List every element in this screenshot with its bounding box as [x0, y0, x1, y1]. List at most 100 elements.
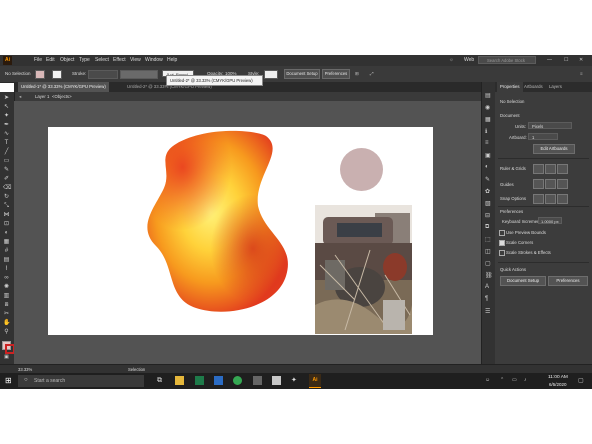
- menu-object[interactable]: Object: [60, 57, 74, 63]
- style-swatch[interactable]: [264, 70, 278, 79]
- tab-untitled-1[interactable]: Untitled-1* @ 33.33% (CMYK/GPU Preview): [18, 82, 109, 92]
- lock-guides-icon[interactable]: [545, 179, 556, 189]
- magic-wand-tool-icon[interactable]: ✦: [3, 113, 10, 120]
- illustrator-taskbar-icon[interactable]: Ai: [309, 374, 321, 388]
- circle-shape[interactable]: [340, 148, 383, 191]
- type-tool-icon[interactable]: T: [3, 140, 10, 147]
- shaper-tool-icon[interactable]: ✐: [3, 176, 10, 183]
- blend-tool-icon[interactable]: ∞: [3, 275, 10, 282]
- settings-tool-icon[interactable]: ✦: [291, 376, 300, 385]
- units-dropdown[interactable]: Pixels: [528, 122, 572, 129]
- maximize-icon[interactable]: ☐: [564, 57, 568, 63]
- menu-file[interactable]: File: [34, 57, 42, 63]
- file-explorer-icon[interactable]: [175, 376, 184, 385]
- slice-tool-icon[interactable]: ✂: [3, 311, 10, 318]
- show-guides-icon[interactable]: [533, 179, 544, 189]
- symbols-panel-icon[interactable]: ✿: [485, 188, 490, 195]
- pen-tool-icon[interactable]: ✒: [3, 122, 10, 129]
- menu-select[interactable]: Select: [95, 57, 109, 63]
- people-icon[interactable]: ☺: [485, 377, 490, 383]
- menu-window[interactable]: Window: [145, 57, 163, 63]
- gradient-panel-icon[interactable]: ▣: [485, 152, 491, 159]
- qa-document-setup-button[interactable]: Document Setup: [500, 276, 546, 286]
- truck-photo[interactable]: [315, 205, 412, 334]
- pathfinder-panel-icon[interactable]: ⧉: [485, 224, 489, 231]
- excel-icon[interactable]: [195, 376, 204, 385]
- layers-panel-icon[interactable]: ◫: [485, 248, 491, 255]
- store-icon[interactable]: [272, 376, 281, 385]
- artboard-dropdown[interactable]: 1: [528, 133, 558, 140]
- scale-strokes-checkbox[interactable]: [499, 250, 505, 256]
- artboards-panel-icon[interactable]: ▢: [485, 260, 491, 267]
- taskbar-search-input[interactable]: Start a search: [18, 375, 144, 387]
- symbol-sprayer-tool-icon[interactable]: ✺: [3, 284, 10, 291]
- workspace-switcher[interactable]: Web: [464, 57, 474, 63]
- free-transform-tool-icon[interactable]: ⊡: [3, 221, 10, 228]
- gradient-blob-shape[interactable]: [136, 126, 296, 316]
- info-panel-icon[interactable]: ℹ: [485, 128, 487, 135]
- stroke-weight-field[interactable]: [88, 70, 118, 79]
- outlook-icon[interactable]: [214, 376, 223, 385]
- paragraph-panel-icon[interactable]: ¶: [485, 296, 488, 302]
- qa-preferences-button[interactable]: Preferences: [548, 276, 588, 286]
- panel-menu-icon[interactable]: ≡: [580, 71, 583, 76]
- clock-date[interactable]: 6/5/2020: [549, 382, 567, 387]
- ruler-icon[interactable]: [533, 164, 544, 174]
- eyedropper-tool-icon[interactable]: ⌇: [3, 266, 10, 273]
- character-panel-icon[interactable]: A: [485, 284, 489, 290]
- gradient-tool-icon[interactable]: ▤: [3, 257, 10, 264]
- back-arrow-icon[interactable]: ◂: [19, 94, 21, 100]
- width-tool-icon[interactable]: ⋈: [3, 212, 10, 219]
- notifications-icon[interactable]: ▢: [578, 377, 584, 384]
- transform-panel-icon[interactable]: ⬚: [485, 236, 491, 243]
- properties-panel-icon[interactable]: ▤: [485, 92, 491, 99]
- column-graph-tool-icon[interactable]: ▥: [3, 293, 10, 300]
- menu-type[interactable]: Type: [79, 57, 90, 63]
- graphic-styles-panel-icon[interactable]: ▧: [485, 200, 491, 207]
- paintbrush-tool-icon[interactable]: ✎: [3, 167, 10, 174]
- menu-effect[interactable]: Effect: [113, 57, 126, 63]
- calculator-icon[interactable]: [253, 376, 262, 385]
- links-panel-icon[interactable]: ⛓: [485, 272, 493, 279]
- fill-swatch[interactable]: [35, 70, 45, 79]
- task-view-icon[interactable]: ⧉: [157, 376, 166, 385]
- menu-help[interactable]: Help: [167, 57, 177, 63]
- close-icon[interactable]: ✕: [579, 57, 583, 63]
- hand-tool-icon[interactable]: ✋: [3, 320, 10, 327]
- network-icon[interactable]: ▭: [512, 377, 517, 383]
- arrange-icon[interactable]: ⊞: [355, 71, 359, 77]
- minimize-icon[interactable]: —: [547, 57, 552, 63]
- search-stock-input[interactable]: Search Adobe Stock: [478, 56, 536, 64]
- clock-time[interactable]: 11:00 AM: [548, 375, 568, 380]
- keyboard-increment-field[interactable]: 1.0000 px: [538, 217, 562, 224]
- zoom-tool-icon[interactable]: ⚲: [3, 329, 10, 336]
- tab-artboards[interactable]: Artboards: [521, 82, 546, 92]
- smart-guides-icon[interactable]: [557, 179, 568, 189]
- color-panel-icon[interactable]: ◉: [485, 104, 490, 111]
- volume-icon[interactable]: ♪: [524, 377, 527, 383]
- breadcrumb-layer[interactable]: Layer 1: [35, 94, 49, 99]
- mesh-tool-icon[interactable]: #: [3, 248, 10, 255]
- tab-layers[interactable]: Layers: [546, 82, 565, 92]
- curvature-tool-icon[interactable]: ∿: [3, 131, 10, 138]
- direct-selection-tool-icon[interactable]: ↖: [3, 104, 10, 111]
- grid-icon[interactable]: [545, 164, 556, 174]
- use-preview-bounds-checkbox[interactable]: [499, 230, 505, 236]
- line-tool-icon[interactable]: ╱: [3, 149, 10, 156]
- appearance-panel-icon[interactable]: ☰: [485, 308, 490, 315]
- brushes-panel-icon[interactable]: ✎: [485, 176, 490, 183]
- snap-point-icon[interactable]: [533, 194, 544, 204]
- artboard-tool-icon[interactable]: ⧈: [3, 302, 10, 309]
- edit-artboards-button[interactable]: Edit Artboards: [533, 144, 575, 154]
- preferences-button[interactable]: Preferences: [322, 69, 350, 79]
- document-setup-button[interactable]: Document Setup: [284, 69, 320, 79]
- transparency-panel-icon[interactable]: ◐: [485, 164, 489, 170]
- variable-width-profile[interactable]: [120, 70, 158, 79]
- pixel-grid-icon[interactable]: [557, 164, 568, 174]
- chrome-icon[interactable]: [233, 376, 242, 385]
- swatches-panel-icon[interactable]: ▦: [485, 116, 491, 123]
- breadcrumb-objects[interactable]: <Objects>: [52, 94, 72, 99]
- shape-builder-tool-icon[interactable]: ◐: [3, 230, 10, 237]
- drawing-modes-icon[interactable]: ▣: [3, 354, 10, 361]
- snap-pixel-icon[interactable]: [557, 194, 568, 204]
